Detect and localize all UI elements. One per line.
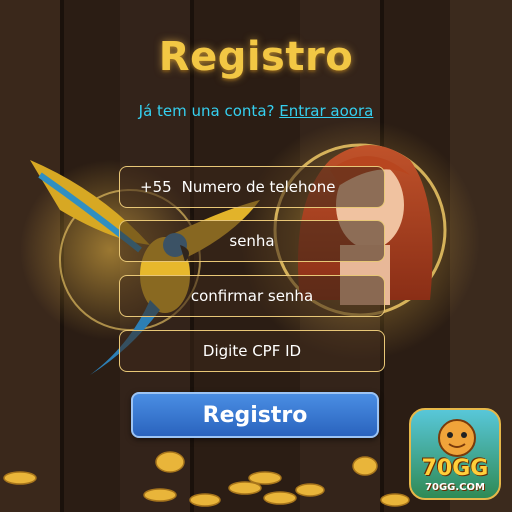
logo-url-text: 70GG.COM	[425, 482, 485, 493]
login-link[interactable]: Entrar aoora	[279, 102, 373, 120]
password-field[interactable]: senha	[119, 220, 385, 262]
phone-placeholder: Numero de telehone	[181, 178, 336, 196]
logo-brand-text: 70GG	[421, 456, 489, 481]
confirm-password-field[interactable]: confirmar senha	[119, 275, 385, 317]
page-title: Registro	[158, 34, 354, 80]
login-prompt: Já tem una conta? Entrar aoora	[0, 102, 512, 120]
country-code: +55	[140, 178, 172, 196]
cpf-field[interactable]: Digite CPF ID	[119, 330, 385, 372]
login-prompt-text: Já tem una conta?	[138, 102, 275, 120]
brand-logo: 70GG 70GG.COM	[409, 408, 501, 500]
password-placeholder: senha	[229, 232, 275, 250]
confirm-password-placeholder: confirmar senha	[190, 287, 314, 305]
phone-field[interactable]: +55 Numero de telehone	[119, 166, 385, 208]
register-button[interactable]: Registro	[131, 392, 379, 438]
cpf-placeholder: Digite CPF ID	[202, 342, 302, 360]
